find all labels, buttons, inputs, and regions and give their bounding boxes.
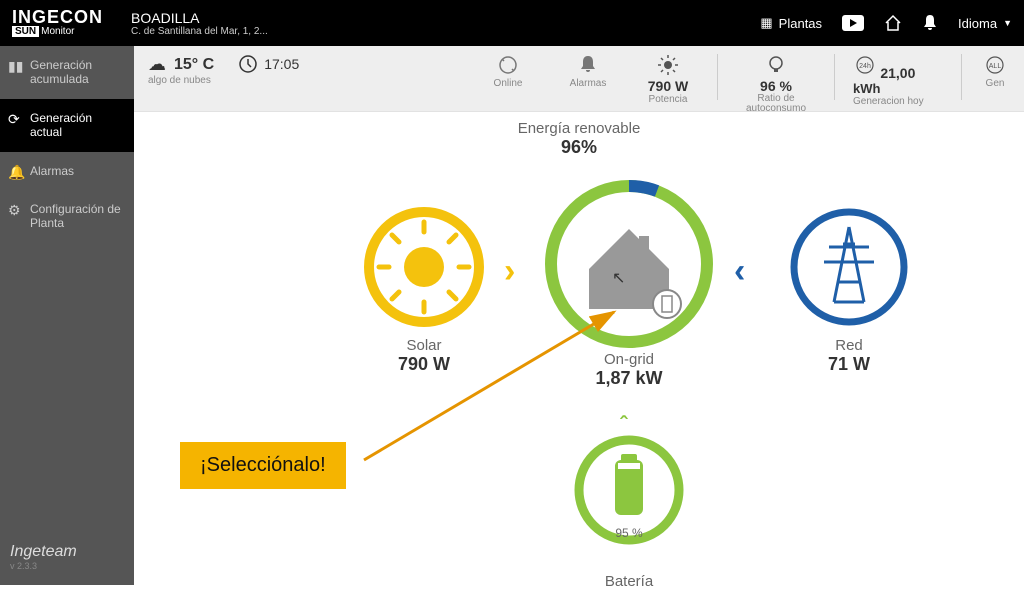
sync-icon: [496, 54, 520, 76]
status-bar: ☁ 15° C algo de nubes 17:05 Online Alarm…: [134, 46, 1024, 112]
divider: [961, 54, 962, 100]
battery-pct: 95 %: [564, 526, 694, 540]
brand-monitor: Monitor: [41, 26, 74, 37]
topbar: INGECON SUNMonitor BOADILLA C. de Santil…: [0, 0, 1024, 46]
nav-language-label: Idioma: [958, 16, 997, 31]
location-address: C. de Santillana del Mar, 1, 2...: [131, 26, 268, 37]
location-name: BOADILLA: [131, 10, 268, 26]
metric-gen-cut[interactable]: ALL Gen: [980, 54, 1010, 89]
battery-label: Batería: [564, 573, 694, 590]
metric-ratio[interactable]: 96 % Ratio de autoconsumo: [736, 54, 816, 112]
home-outline-icon: [884, 14, 902, 32]
refresh-icon: ⟳: [8, 111, 20, 128]
bell-icon: 🔔: [8, 164, 25, 181]
bar-chart-icon: ▮▮: [8, 58, 23, 75]
metric-genhoy-val: 21,00: [880, 65, 915, 81]
callout-arrow-icon: [354, 302, 634, 472]
brand-logo: INGECON SUNMonitor: [12, 9, 103, 36]
brand-line1: INGECON: [12, 9, 103, 25]
energy-diagram: Energía renovable 96% Solar 790 W: [134, 112, 1024, 585]
callout-text: ¡Selecciónalo!: [200, 454, 326, 476]
grid-icon: ▦: [760, 15, 772, 31]
weather-text: algo de nubes: [148, 75, 214, 86]
grid-label: Red: [769, 337, 929, 354]
temp-value: 15° C: [174, 56, 214, 74]
metric-genhoy-label: Generacion hoy: [853, 96, 943, 107]
top-right-nav: ▦ Plantas Idioma ▼: [760, 14, 1012, 32]
footer-brand-label: Ingeteam: [10, 543, 124, 561]
arrow-solar-to-house-icon: ›: [504, 252, 515, 291]
sun-icon: [655, 54, 681, 76]
footer-version: v 2.3.3: [10, 561, 124, 571]
divider: [834, 54, 835, 100]
sidebar-item-label: Alarmas: [30, 164, 74, 178]
metric-potencia-label: Potencia: [637, 94, 699, 105]
location-block[interactable]: BOADILLA C. de Santillana del Mar, 1, 2.…: [131, 10, 268, 37]
arrow-grid-to-house-icon: ‹: [734, 252, 745, 291]
sidebar-item-label: Generación actual: [30, 111, 92, 139]
sidebar-item-actual[interactable]: ⟳ Generación actual: [0, 99, 134, 152]
metric-alarmas-label: Alarmas: [557, 78, 619, 89]
chevron-down-icon: ▼: [1003, 18, 1012, 28]
all-icon: ALL: [983, 54, 1007, 76]
sidebar-item-label: Configuración de Planta: [30, 202, 121, 230]
main-area: ☁ 15° C algo de nubes 17:05 Online Alarm…: [134, 46, 1024, 585]
bulb-icon: [764, 54, 788, 76]
clock-icon: [238, 54, 258, 74]
brand-sun: SUN: [12, 26, 39, 37]
bell-icon: [577, 54, 599, 76]
sidebar-item-alarmas[interactable]: 🔔 Alarmas: [0, 152, 134, 190]
renew-label: Energía renovable: [134, 120, 1024, 137]
metric-online[interactable]: Online: [477, 54, 539, 89]
nav-plantas-label: Plantas: [779, 16, 822, 31]
nav-language[interactable]: Idioma ▼: [958, 16, 1012, 31]
metric-ratio-label: Ratio de autoconsumo: [736, 94, 816, 112]
sidebar: ▮▮ Generación acumulada ⟳ Generación act…: [0, 46, 134, 585]
weather-block: ☁ 15° C algo de nubes: [148, 54, 214, 86]
grid-ring: [784, 202, 914, 332]
time-value: 17:05: [264, 56, 299, 72]
svg-text:24h: 24h: [859, 63, 871, 70]
callout-tooltip: ¡Selecciónalo!: [180, 442, 346, 489]
metric-online-label: Online: [477, 78, 539, 89]
renewable-heading: Energía renovable 96%: [134, 120, 1024, 158]
divider: [717, 54, 718, 100]
sidebar-item-label: Generación acumulada: [30, 58, 92, 86]
node-grid[interactable]: Red 71 W: [769, 202, 929, 375]
metric-ratio-val: 96 %: [736, 78, 816, 94]
cloud-icon: ☁: [148, 54, 166, 75]
metric-gen-cut-label: Gen: [980, 78, 1010, 89]
nav-plantas[interactable]: ▦ Plantas: [760, 15, 822, 31]
youtube-icon: [842, 15, 864, 31]
nav-home[interactable]: [884, 14, 902, 32]
metric-alarmas[interactable]: Alarmas: [557, 54, 619, 89]
svg-text:ALL: ALL: [989, 63, 1002, 70]
metric-potencia[interactable]: 790 W Potencia: [637, 54, 699, 105]
brand-line2: SUNMonitor: [12, 26, 103, 37]
renew-pct: 96%: [134, 137, 1024, 158]
bell-icon: [922, 14, 938, 32]
nav-video[interactable]: [842, 15, 864, 31]
time-block: 17:05: [238, 54, 299, 74]
grid-val: 71 W: [769, 354, 929, 375]
nav-notifications[interactable]: [922, 14, 938, 32]
metric-genhoy[interactable]: 24h 21,00 kWh Generacion hoy: [853, 54, 943, 107]
metric-potencia-val: 790 W: [637, 78, 699, 94]
sidebar-item-acumulada[interactable]: ▮▮ Generación acumulada: [0, 46, 134, 99]
metric-genhoy-unit: kWh: [853, 81, 943, 96]
gear-icon: ⚙: [8, 202, 21, 219]
cursor-icon: ↖: [612, 268, 625, 288]
sidebar-item-config[interactable]: ⚙ Configuración de Planta: [0, 190, 134, 243]
footer-brand: Ingeteam v 2.3.3: [0, 529, 134, 585]
day-icon: 24h: [853, 54, 877, 76]
